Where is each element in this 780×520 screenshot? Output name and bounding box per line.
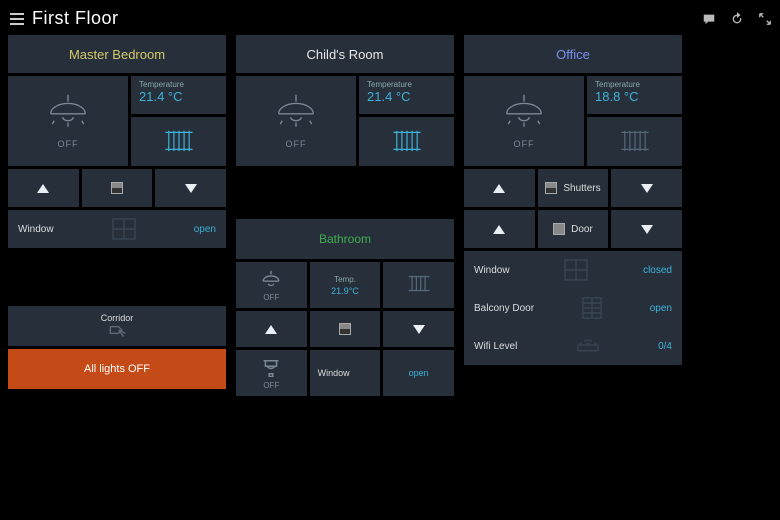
dashboard-grid: Master Bedroom OFF Temperature 21.4 °C: [8, 35, 772, 512]
wifi-value: 0/4: [658, 341, 672, 352]
door-mid-button[interactable]: Door: [538, 210, 609, 248]
app-root: First Floor Master Bedroom OFF Temperatu…: [0, 0, 780, 520]
shutter-down-button[interactable]: [611, 169, 682, 207]
room-child: Child's Room OFF Temperature 21.4 °C: [236, 35, 454, 399]
room-master: Master Bedroom OFF Temperature 21.4 °C: [8, 35, 226, 399]
window-state: closed: [643, 265, 672, 276]
window-state-tile[interactable]: open: [383, 350, 454, 396]
chat-icon[interactable]: [702, 12, 716, 26]
window-icon: [111, 217, 137, 241]
window-status-master[interactable]: Window open: [8, 210, 226, 248]
ceiling-lamp-icon: [258, 269, 284, 291]
temp-value: 21.4 °C: [139, 89, 218, 104]
room-title-office[interactable]: Office: [464, 35, 682, 73]
shutter-down-button[interactable]: [383, 311, 454, 347]
light-tile-master[interactable]: OFF: [8, 76, 128, 166]
door-label: Door: [571, 224, 593, 235]
room-bathroom: Bathroom OFF Temp. 21.9°C: [236, 219, 454, 399]
temp-label: Temperature: [595, 80, 674, 89]
temp-value: 21.9°C: [331, 286, 359, 296]
light-tile-child[interactable]: OFF: [236, 76, 356, 166]
radiator-icon: [406, 274, 432, 296]
radiator-tile-office[interactable]: [587, 117, 682, 166]
light-tile-bathroom[interactable]: OFF: [236, 262, 307, 308]
fullscreen-icon[interactable]: [758, 12, 772, 26]
ceiling-lamp-icon: [498, 93, 550, 137]
window-label: Window: [318, 368, 350, 378]
balcony-label: Balcony Door: [474, 303, 534, 314]
radiator-icon: [618, 129, 652, 155]
shutter-stop-button[interactable]: [310, 311, 381, 347]
spotlight-icon: [107, 325, 127, 339]
door-icon: [579, 296, 605, 320]
window-status-office[interactable]: Window closed: [464, 251, 682, 289]
refresh-icon[interactable]: [730, 12, 744, 26]
window-status-bathroom[interactable]: Window: [310, 350, 381, 396]
radiator-icon: [162, 129, 196, 155]
light-state: OFF: [58, 139, 79, 149]
toilet-state: OFF: [263, 381, 279, 390]
temperature-tile-master[interactable]: Temperature 21.4 °C: [131, 76, 226, 114]
shutters-label: Shutters: [563, 183, 600, 194]
balcony-status-office[interactable]: Balcony Door open: [464, 289, 682, 327]
radiator-tile-master[interactable]: [131, 117, 226, 166]
window-state: open: [409, 368, 429, 378]
temp-label: Temp.: [334, 275, 356, 284]
shutter-mid-button[interactable]: Shutters: [538, 169, 609, 207]
temp-value: 21.4 °C: [367, 89, 446, 104]
shutter-up-button[interactable]: [464, 169, 535, 207]
door-down-button[interactable]: [611, 210, 682, 248]
balcony-state: open: [650, 303, 672, 314]
shutter-down-button[interactable]: [155, 169, 226, 207]
shutter-up-button[interactable]: [8, 169, 79, 207]
light-state: OFF: [263, 293, 279, 302]
shutter-controls-master: [8, 169, 226, 207]
all-lights-off-button[interactable]: All lights OFF: [8, 349, 226, 389]
toilet-tile[interactable]: OFF: [236, 350, 307, 396]
window-state: open: [194, 224, 216, 235]
light-tile-office[interactable]: OFF: [464, 76, 584, 166]
door-up-button[interactable]: [464, 210, 535, 248]
ceiling-lamp-icon: [270, 93, 322, 137]
temperature-tile-child[interactable]: Temperature 21.4 °C: [359, 76, 454, 114]
window-label: Window: [474, 265, 510, 276]
radiator-tile-bathroom[interactable]: [383, 262, 454, 308]
temperature-tile-office[interactable]: Temperature 18.8 °C: [587, 76, 682, 114]
door-controls-office: Door: [464, 210, 682, 248]
radiator-tile-child[interactable]: [359, 117, 454, 166]
radiator-icon: [390, 129, 424, 155]
router-icon: [575, 334, 601, 358]
light-state: OFF: [514, 139, 535, 149]
wifi-label: Wifi Level: [474, 341, 517, 352]
shutter-up-button[interactable]: [236, 311, 307, 347]
menu-icon[interactable]: [10, 13, 24, 25]
window-icon: [563, 258, 589, 282]
temperature-tile-bathroom[interactable]: Temp. 21.9°C: [310, 262, 381, 308]
light-state: OFF: [286, 139, 307, 149]
window-label: Window: [18, 224, 54, 235]
room-title-child[interactable]: Child's Room: [236, 35, 454, 73]
shutter-stop-button[interactable]: [82, 169, 153, 207]
room-title-master[interactable]: Master Bedroom: [8, 35, 226, 73]
room-office: Office OFF Temperature 18.8 °C: [464, 35, 682, 399]
temp-label: Temperature: [367, 80, 446, 89]
header: First Floor: [8, 6, 772, 35]
room-title-bathroom[interactable]: Bathroom: [236, 219, 454, 259]
corridor-label: Corridor: [101, 313, 134, 323]
temp-value: 18.8 °C: [595, 89, 674, 104]
page-title: First Floor: [32, 8, 119, 29]
temp-label: Temperature: [139, 80, 218, 89]
wifi-status-office[interactable]: Wifi Level 0/4: [464, 327, 682, 365]
corridor-tile[interactable]: Corridor: [8, 306, 226, 346]
toilet-icon: [258, 357, 284, 379]
shutter-controls-office: Shutters: [464, 169, 682, 207]
header-actions: [702, 12, 772, 26]
ceiling-lamp-icon: [42, 93, 94, 137]
